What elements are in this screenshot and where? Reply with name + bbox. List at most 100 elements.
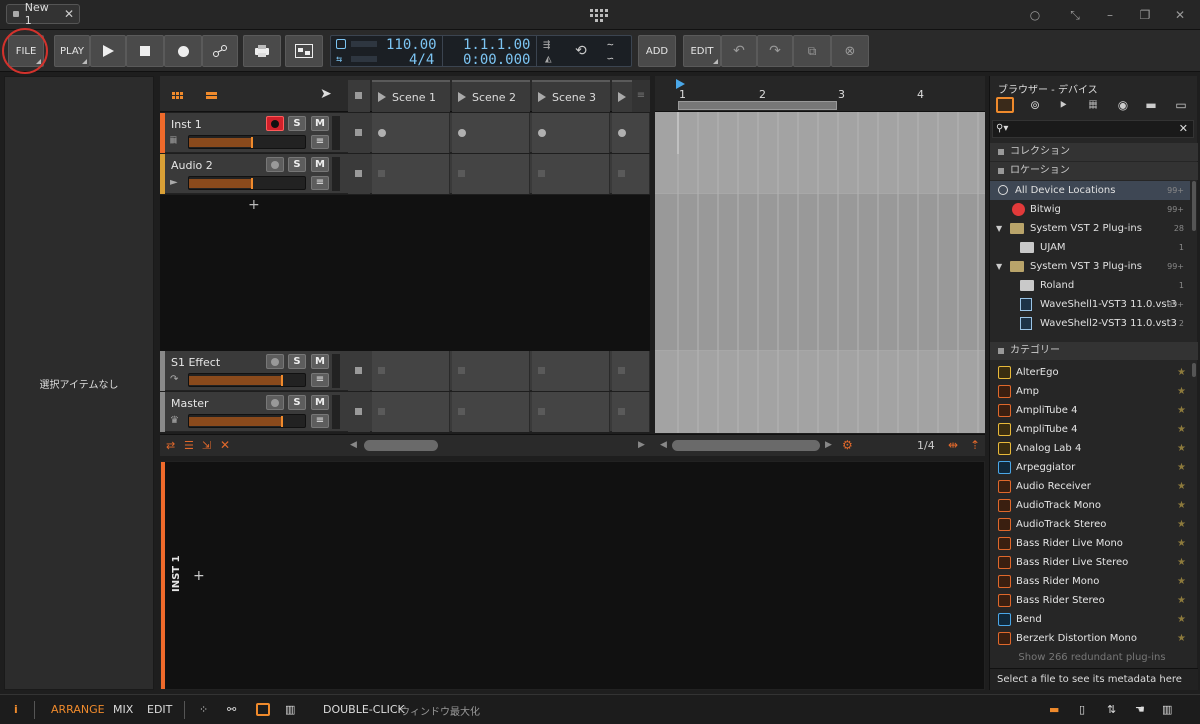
arrows-icon[interactable]: ⇅ (1107, 703, 1116, 716)
favorite-star-icon[interactable]: ★ (1177, 363, 1186, 382)
fullscreen-icon[interactable]: ⤡ (1067, 7, 1083, 23)
clip-stop-cell[interactable] (348, 351, 370, 391)
clip-slot[interactable] (612, 113, 650, 153)
track-row[interactable]: Inst 1 𝄜 S M ≡ (160, 113, 650, 153)
clip-slot[interactable] (532, 154, 610, 194)
automation-write-button[interactable] (202, 35, 238, 67)
location-item[interactable]: ▼ System VST 2 Plug-ins 28 (990, 219, 1190, 238)
keyboard-icon[interactable]: ▥ (1162, 703, 1172, 716)
layout-toggle-button[interactable] (285, 35, 323, 67)
clip-slot[interactable] (372, 113, 450, 153)
favorite-star-icon[interactable]: ★ (1177, 610, 1186, 629)
delete-button[interactable]: ⊗ (831, 35, 869, 67)
browser-search-input[interactable]: ⚲▾ ✕ (992, 120, 1194, 138)
clip-stop-cell[interactable] (348, 154, 370, 194)
device-panel-icon[interactable] (256, 703, 270, 716)
favorite-star-icon[interactable]: ★ (1177, 553, 1186, 572)
locations-scrollbar[interactable] (1192, 181, 1196, 231)
category-item[interactable]: Bass Rider Live Stereo ★ (992, 553, 1188, 572)
scene-header[interactable]: Scene 1 (372, 80, 450, 112)
grid-zoom-label[interactable]: 1/4 (917, 439, 935, 452)
restore-icon[interactable]: ❐ (1137, 7, 1153, 23)
clip-slot[interactable] (612, 351, 650, 391)
track-menu-button[interactable]: ≡ (311, 176, 329, 190)
stop-button[interactable] (126, 35, 164, 67)
mute-button[interactable]: M (311, 395, 329, 410)
favorite-star-icon[interactable]: ★ (1177, 401, 1186, 420)
mix-view-tab[interactable]: MIX (113, 703, 133, 716)
solo-button[interactable]: S (288, 395, 306, 410)
fold-icon[interactable]: ⇲ (202, 439, 211, 452)
routing-icon[interactable]: ⇄ (166, 439, 175, 452)
record-arm-button[interactable] (266, 395, 284, 410)
edit-button[interactable]: EDIT (683, 35, 721, 67)
clip-slot[interactable] (372, 392, 450, 432)
scene-header[interactable]: Scene 3 (532, 80, 610, 112)
loop-region[interactable] (678, 101, 837, 110)
location-item[interactable]: WaveShell1-VST3 11.0.vst3 99+ (990, 295, 1190, 314)
favorite-star-icon[interactable]: ★ (1177, 591, 1186, 610)
arrange-view-tab[interactable]: ARRANGE (51, 703, 105, 716)
clip-slot[interactable] (532, 351, 610, 391)
clip-slot[interactable] (532, 113, 610, 153)
track-menu-button[interactable]: ≡ (311, 373, 329, 387)
categories-section[interactable]: カテゴリー (990, 342, 1198, 360)
expand-arrow-icon[interactable]: ▼ (996, 257, 1002, 276)
categories-scrollbar[interactable] (1192, 363, 1196, 377)
clip-slot[interactable] (372, 351, 450, 391)
track-list-icon[interactable]: ☰ (184, 439, 194, 452)
remove-icon[interactable]: ✕ (220, 438, 230, 452)
punch-out-icon[interactable]: ∽ (607, 52, 614, 65)
category-item[interactable]: AlterEgo ★ (992, 363, 1188, 382)
location-item[interactable]: Bitwig 99+ (990, 200, 1190, 219)
solo-button[interactable]: S (288, 354, 306, 369)
clip-slot[interactable] (452, 113, 530, 153)
scroll-left-icon[interactable]: ◀ (660, 440, 667, 450)
category-item[interactable]: Bend ★ (992, 610, 1188, 629)
arranger-timeline[interactable] (655, 76, 985, 433)
clip-slot[interactable] (612, 392, 650, 432)
track-row[interactable]: Master ♛ S M ≡ (160, 392, 650, 432)
category-item[interactable]: Arpeggiator ★ (992, 458, 1188, 477)
category-item[interactable]: AmpliTube 4 ★ (992, 401, 1188, 420)
tempo-sync-icon[interactable]: ⇆ (336, 54, 342, 65)
add-device-button[interactable]: + (193, 568, 205, 584)
redo-button[interactable]: ↷ (757, 35, 793, 67)
category-item[interactable]: Analog Lab 4 ★ (992, 439, 1188, 458)
close-window-icon[interactable]: ✕ (1172, 7, 1188, 23)
duplicate-button[interactable]: ⧉ (793, 35, 831, 67)
favorite-star-icon[interactable]: ★ (1177, 420, 1186, 439)
samples-tab-icon[interactable]: ⯈ (1054, 97, 1072, 113)
loop-icon[interactable]: ⟲ (575, 43, 587, 59)
tab-close-icon[interactable]: ✕ (64, 7, 74, 21)
document-tab[interactable]: New 1 ✕ (6, 1, 80, 27)
mute-button[interactable]: M (311, 354, 329, 369)
volume-slider[interactable] (188, 414, 306, 428)
track-name[interactable]: Inst 1 (171, 118, 202, 131)
clip-slot[interactable] (612, 154, 650, 194)
projects-tab-icon[interactable]: ▬ (1142, 97, 1160, 113)
clip-launcher-overdub-button[interactable] (243, 35, 281, 67)
volume-slider[interactable] (188, 373, 306, 387)
automation-editor-icon[interactable]: ⚯ (227, 703, 236, 716)
pre-roll-icon[interactable]: ⇶ (543, 37, 550, 51)
clip-view-toggle-icon[interactable] (172, 90, 184, 99)
favorite-star-icon[interactable]: ★ (1177, 496, 1186, 515)
favorite-star-icon[interactable]: ★ (1177, 439, 1186, 458)
clear-search-icon[interactable]: ✕ (1179, 122, 1188, 135)
detail-editor-panel[interactable]: INST 1 + (160, 461, 985, 690)
file-icon[interactable]: ▯ (1079, 703, 1085, 716)
folder-icon[interactable]: ▬ (1049, 703, 1059, 716)
track-menu-button[interactable]: ≡ (311, 414, 329, 428)
locations-section[interactable]: ロケーション (990, 162, 1198, 180)
category-item[interactable]: Bass Rider Stereo ★ (992, 591, 1188, 610)
add-button[interactable]: ADD (638, 35, 676, 67)
volume-slider[interactable] (188, 135, 306, 149)
punch-in-icon[interactable]: ∼ (607, 38, 614, 51)
add-track-button[interactable]: + (248, 197, 260, 213)
undo-button[interactable]: ↶ (721, 35, 757, 67)
location-item-all[interactable]: All Device Locations 99+ (990, 181, 1190, 200)
edit-view-tab[interactable]: EDIT (147, 703, 172, 716)
category-item[interactable]: AudioTrack Mono ★ (992, 496, 1188, 515)
mute-button[interactable]: M (311, 157, 329, 172)
